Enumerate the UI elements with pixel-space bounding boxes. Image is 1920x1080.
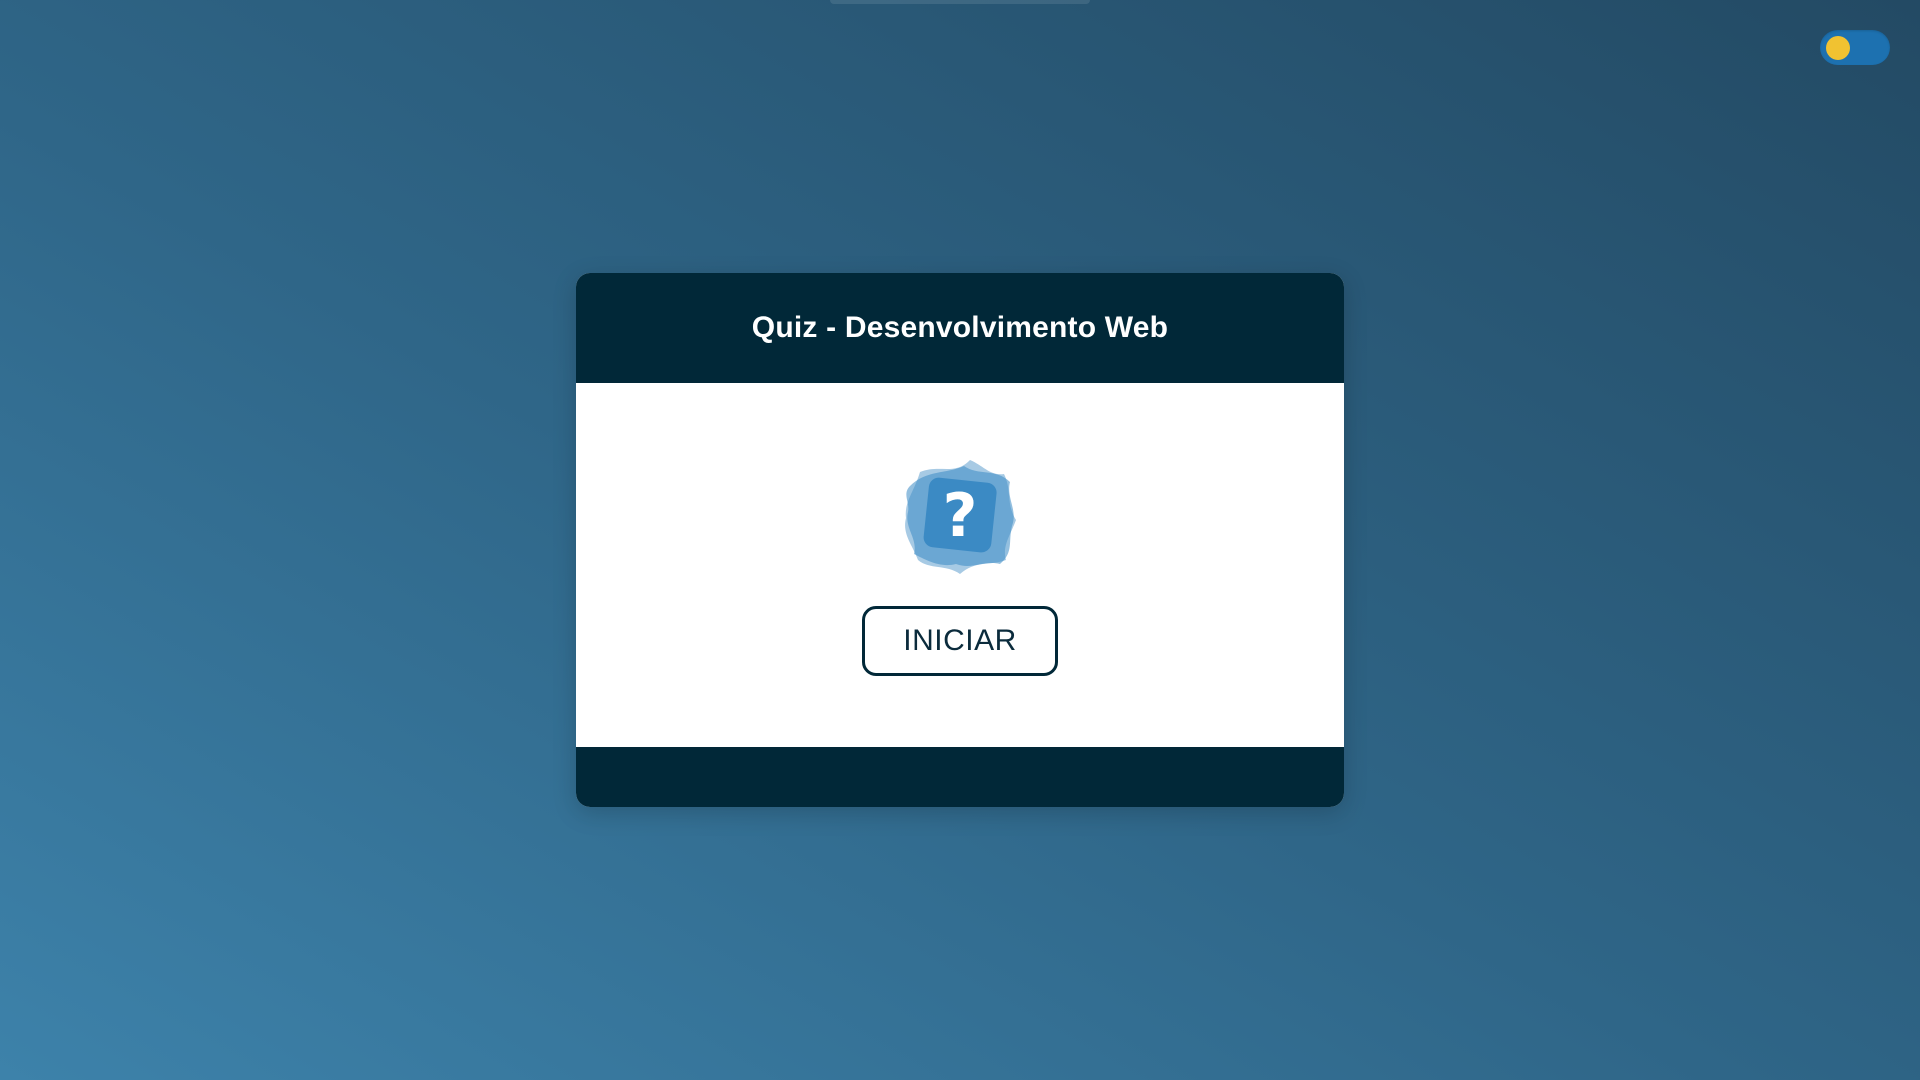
quiz-card: Quiz - Desenvolvimento Web ? INICIAR [576,273,1344,807]
quiz-body: ? INICIAR [576,383,1344,747]
theme-toggle[interactable] [1820,30,1890,65]
top-edge-highlight [830,0,1090,4]
question-mark-icon: ? [905,460,1016,574]
quiz-header: Quiz - Desenvolvimento Web [576,273,1344,383]
start-button[interactable]: INICIAR [862,606,1058,676]
quiz-title: Quiz - Desenvolvimento Web [751,311,1169,344]
quiz-footer [576,747,1344,807]
toggle-knob [1826,36,1850,60]
svg-text:?: ? [943,481,978,551]
